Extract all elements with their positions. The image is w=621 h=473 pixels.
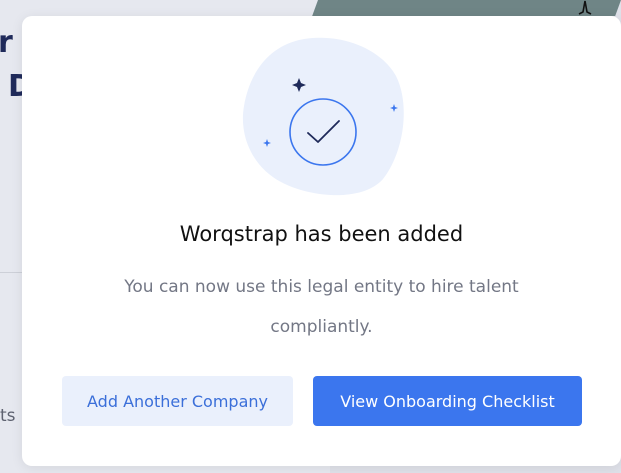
add-another-company-button[interactable]: Add Another Company bbox=[62, 376, 293, 426]
modal-description: You can now use this legal entity to hir… bbox=[124, 277, 519, 337]
illustration-blob bbox=[242, 37, 404, 196]
modal-title: Worqstrap has been added bbox=[179, 222, 464, 246]
background-graph-icon bbox=[578, 0, 592, 15]
background-divider bbox=[0, 272, 22, 273]
view-onboarding-checklist-button[interactable]: View Onboarding Checklist bbox=[313, 376, 582, 426]
background-side-text: ts bbox=[0, 406, 16, 426]
success-modal: Worqstrap has been added You can now use… bbox=[22, 16, 621, 466]
success-illustration bbox=[242, 37, 404, 196]
background-image-strip bbox=[312, 0, 621, 16]
